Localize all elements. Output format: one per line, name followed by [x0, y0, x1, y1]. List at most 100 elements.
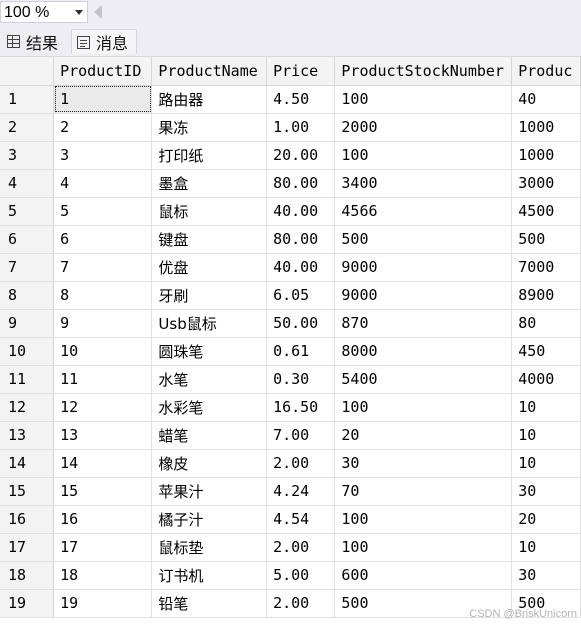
zoom-dropdown[interactable]: 100 %	[0, 1, 88, 23]
cell-id[interactable]: 8	[53, 281, 153, 310]
row-number-cell[interactable]: 8	[0, 281, 55, 310]
column-header-price[interactable]: Price	[266, 57, 336, 86]
cell-name[interactable]: 鼠标垫	[151, 533, 268, 562]
cell-price[interactable]: 2.00	[266, 589, 336, 618]
cell-price[interactable]: 6.05	[266, 281, 336, 310]
cell-price[interactable]: 4.54	[266, 505, 336, 534]
table-row[interactable]: 16 16 橘子汁 4.54 100 20	[0, 505, 581, 534]
cell-price[interactable]: 4.50	[266, 85, 336, 114]
row-number-cell[interactable]: 11	[0, 365, 55, 394]
cell-sold[interactable]: 10	[511, 533, 581, 562]
cell-id[interactable]: 1	[53, 85, 153, 114]
cell-id[interactable]: 11	[53, 365, 153, 394]
cell-id[interactable]: 19	[53, 589, 153, 618]
cell-sold[interactable]: 8900	[511, 281, 581, 310]
row-number-cell[interactable]: 10	[0, 337, 55, 366]
scroll-left-arrow-icon[interactable]	[94, 5, 102, 19]
table-row[interactable]: 6 6 键盘 80.00 500 500	[0, 225, 581, 254]
cell-stock[interactable]: 4566	[334, 197, 513, 226]
cell-stock[interactable]: 100	[334, 505, 513, 534]
cell-id[interactable]: 5	[53, 197, 153, 226]
column-header-product-truncated[interactable]: Produc	[511, 57, 581, 86]
column-header-productname[interactable]: ProductName	[151, 57, 268, 86]
cell-stock[interactable]: 70	[334, 477, 513, 506]
cell-id[interactable]: 7	[53, 253, 153, 282]
cell-id[interactable]: 13	[53, 421, 153, 450]
table-row[interactable]: 15 15 苹果汁 4.24 70 30	[0, 477, 581, 506]
cell-stock[interactable]: 500	[334, 225, 513, 254]
cell-id[interactable]: 2	[53, 113, 153, 142]
cell-stock[interactable]: 8000	[334, 337, 513, 366]
row-number-cell[interactable]: 18	[0, 561, 55, 590]
results-grid[interactable]: ProductID ProductName Price ProductStock…	[0, 57, 581, 624]
cell-stock[interactable]: 9000	[334, 281, 513, 310]
table-row[interactable]: 8 8 牙刷 6.05 9000 8900	[0, 281, 581, 310]
row-number-cell[interactable]: 13	[0, 421, 55, 450]
cell-stock[interactable]: 100	[334, 85, 513, 114]
row-number-cell[interactable]: 4	[0, 169, 55, 198]
cell-stock[interactable]: 100	[334, 393, 513, 422]
cell-sold[interactable]: 450	[511, 337, 581, 366]
table-row[interactable]: 1 1 路由器 4.50 100 40	[0, 85, 581, 114]
tab-messages[interactable]: 消息	[71, 29, 137, 54]
cell-id[interactable]: 16	[53, 505, 153, 534]
cell-sold[interactable]: 1000	[511, 113, 581, 142]
cell-id[interactable]: 3	[53, 141, 153, 170]
cell-name[interactable]: 圆珠笔	[151, 337, 268, 366]
row-number-cell[interactable]: 16	[0, 505, 55, 534]
cell-price[interactable]: 40.00	[266, 197, 336, 226]
cell-id[interactable]: 18	[53, 561, 153, 590]
cell-sold[interactable]: 80	[511, 309, 581, 338]
cell-price[interactable]: 5.00	[266, 561, 336, 590]
cell-id[interactable]: 4	[53, 169, 153, 198]
cell-sold[interactable]: 500	[511, 225, 581, 254]
table-row[interactable]: 11 11 水笔 0.30 5400 4000	[0, 365, 581, 394]
column-header-productid[interactable]: ProductID	[53, 57, 153, 86]
cell-name[interactable]: 打印纸	[151, 141, 268, 170]
row-number-cell[interactable]: 3	[0, 141, 55, 170]
cell-name[interactable]: 橡皮	[151, 449, 268, 478]
table-row[interactable]: 18 18 订书机 5.00 600 30	[0, 561, 581, 590]
cell-price[interactable]: 0.61	[266, 337, 336, 366]
row-number-cell[interactable]: 9	[0, 309, 55, 338]
cell-name[interactable]: Usb鼠标	[151, 309, 268, 338]
table-row[interactable]: 5 5 鼠标 40.00 4566 4500	[0, 197, 581, 226]
cell-name[interactable]: 水笔	[151, 365, 268, 394]
cell-price[interactable]: 0.30	[266, 365, 336, 394]
cell-sold[interactable]: 10	[511, 449, 581, 478]
cell-price[interactable]: 2.00	[266, 533, 336, 562]
cell-stock[interactable]: 100	[334, 141, 513, 170]
cell-name[interactable]: 蜡笔	[151, 421, 268, 450]
cell-name[interactable]: 水彩笔	[151, 393, 268, 422]
cell-sold[interactable]: 4000	[511, 365, 581, 394]
row-number-cell[interactable]: 5	[0, 197, 55, 226]
cell-price[interactable]: 80.00	[266, 225, 336, 254]
cell-sold[interactable]: 3000	[511, 169, 581, 198]
cell-sold[interactable]: 30	[511, 477, 581, 506]
cell-id[interactable]: 14	[53, 449, 153, 478]
cell-id[interactable]: 10	[53, 337, 153, 366]
row-number-cell[interactable]: 1	[0, 85, 55, 114]
cell-stock[interactable]: 870	[334, 309, 513, 338]
cell-price[interactable]: 4.24	[266, 477, 336, 506]
cell-stock[interactable]: 3400	[334, 169, 513, 198]
cell-id[interactable]: 6	[53, 225, 153, 254]
cell-price[interactable]: 20.00	[266, 141, 336, 170]
cell-name[interactable]: 墨盒	[151, 169, 268, 198]
table-row[interactable]: 10 10 圆珠笔 0.61 8000 450	[0, 337, 581, 366]
table-row[interactable]: 12 12 水彩笔 16.50 100 10	[0, 393, 581, 422]
table-row[interactable]: 13 13 蜡笔 7.00 20 10	[0, 421, 581, 450]
cell-price[interactable]: 16.50	[266, 393, 336, 422]
cell-sold[interactable]: 1000	[511, 141, 581, 170]
cell-stock[interactable]: 20	[334, 421, 513, 450]
row-number-cell[interactable]: 12	[0, 393, 55, 422]
cell-price[interactable]: 7.00	[266, 421, 336, 450]
row-number-cell[interactable]: 15	[0, 477, 55, 506]
cell-name[interactable]: 优盘	[151, 253, 268, 282]
row-number-cell[interactable]: 14	[0, 449, 55, 478]
cell-name[interactable]: 牙刷	[151, 281, 268, 310]
cell-name[interactable]: 橘子汁	[151, 505, 268, 534]
table-row[interactable]: 9 9 Usb鼠标 50.00 870 80	[0, 309, 581, 338]
table-row[interactable]: 14 14 橡皮 2.00 30 10	[0, 449, 581, 478]
table-row[interactable]: 17 17 鼠标垫 2.00 100 10	[0, 533, 581, 562]
